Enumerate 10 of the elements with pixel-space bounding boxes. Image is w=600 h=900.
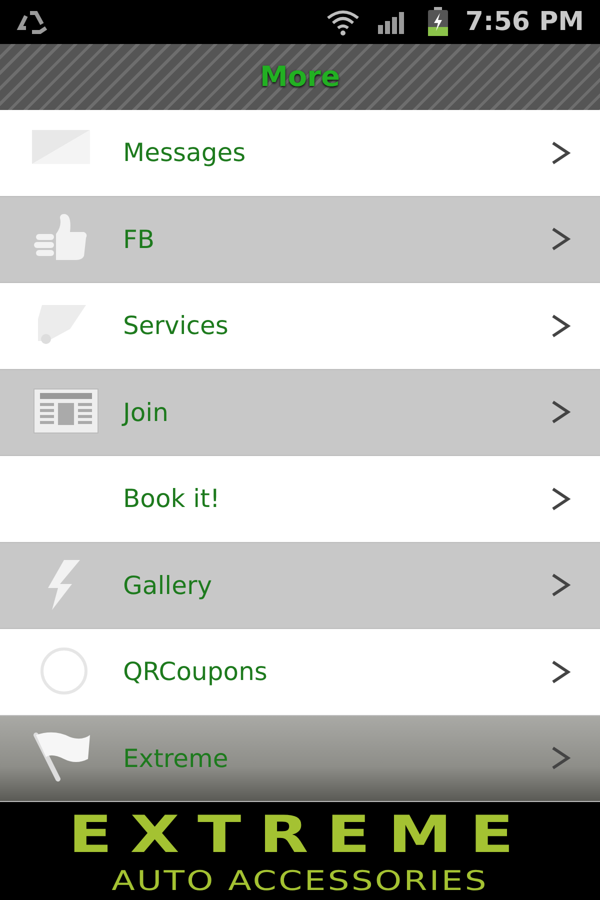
status-time: 7:56 PM — [465, 6, 584, 38]
logo-subtitle: AUTO ACCESSORIES — [112, 868, 488, 894]
battery-icon — [427, 7, 450, 37]
menu-row[interactable]: Join — [0, 370, 600, 456]
logo-title: EXTREME — [68, 811, 532, 859]
menu-row[interactable]: Gallery — [0, 542, 600, 629]
header-title: More — [260, 59, 340, 95]
recycle-icon — [16, 8, 50, 36]
menu-row[interactable]: FB — [0, 196, 600, 283]
wifi-icon — [325, 8, 362, 36]
